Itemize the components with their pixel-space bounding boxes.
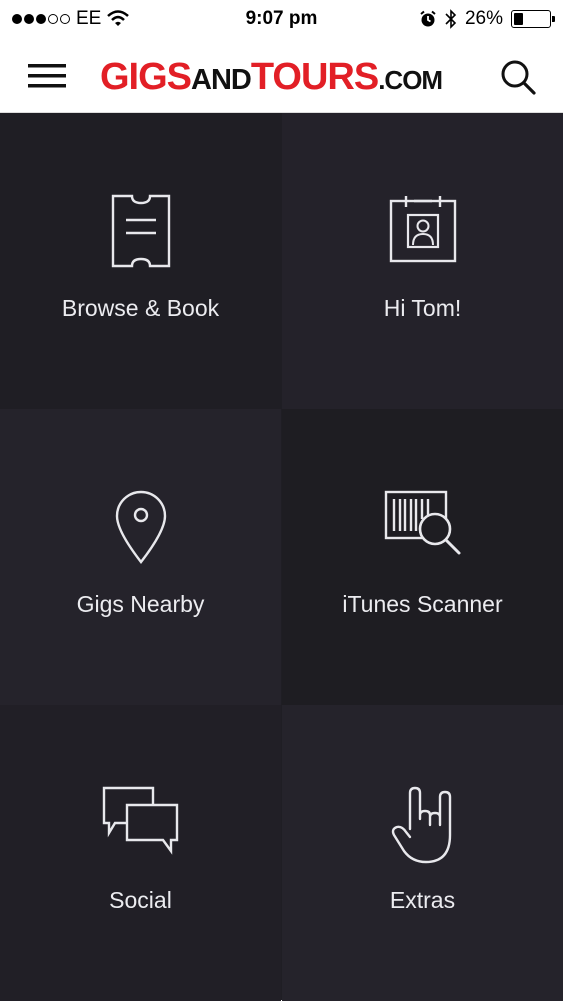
search-icon [501,60,536,95]
chat-bubbles-icon [102,786,178,855]
gigsandtours-logo[interactable]: GIGSANDTOURS.COM [100,53,443,101]
tile-browse-book[interactable]: Browse & Book [0,113,281,409]
search-button[interactable] [499,58,537,96]
app-header: GIGSANDTOURS.COM [0,40,563,113]
map-pin-icon [115,490,166,564]
tile-gigs-nearby[interactable]: Gigs Nearby [0,409,281,705]
alarm-clock-icon [420,10,436,27]
id-card-icon [389,196,456,263]
main-menu-grid: Browse & Book Hi Tom! Gigs Nearby iTunes… [0,113,563,1001]
tile-hi-tom[interactable]: Hi Tom! [282,113,563,409]
logo-gigs: GIGS [100,56,192,98]
tile-social[interactable]: Social [0,705,281,1001]
tile-itunes-scanner[interactable]: iTunes Scanner [282,409,563,705]
tile-label: Social [109,887,172,913]
tile-extras[interactable]: Extras [282,705,563,1001]
hamburger-menu-icon [28,64,66,88]
status-bar: EE 9:07 pm 26% [0,0,563,40]
barcode-search-icon [384,490,460,555]
status-right: 26% [419,8,555,30]
logo-com: .COM [378,65,443,95]
tile-label: Browse & Book [61,295,220,321]
tile-label: iTunes Scanner [342,591,503,617]
tile-label: Gigs Nearby [76,591,205,617]
bluetooth-icon [445,9,457,29]
tile-label: Extras [389,887,456,913]
rock-hand-icon [391,786,451,864]
battery-icon [511,10,555,28]
battery-percent: 26% [464,8,503,29]
tile-label: Hi Tom! [383,295,462,321]
logo-tours: TOURS [250,56,379,98]
menu-button[interactable] [26,60,68,92]
ticket-icon [111,194,170,268]
logo-and: AND [191,64,252,96]
